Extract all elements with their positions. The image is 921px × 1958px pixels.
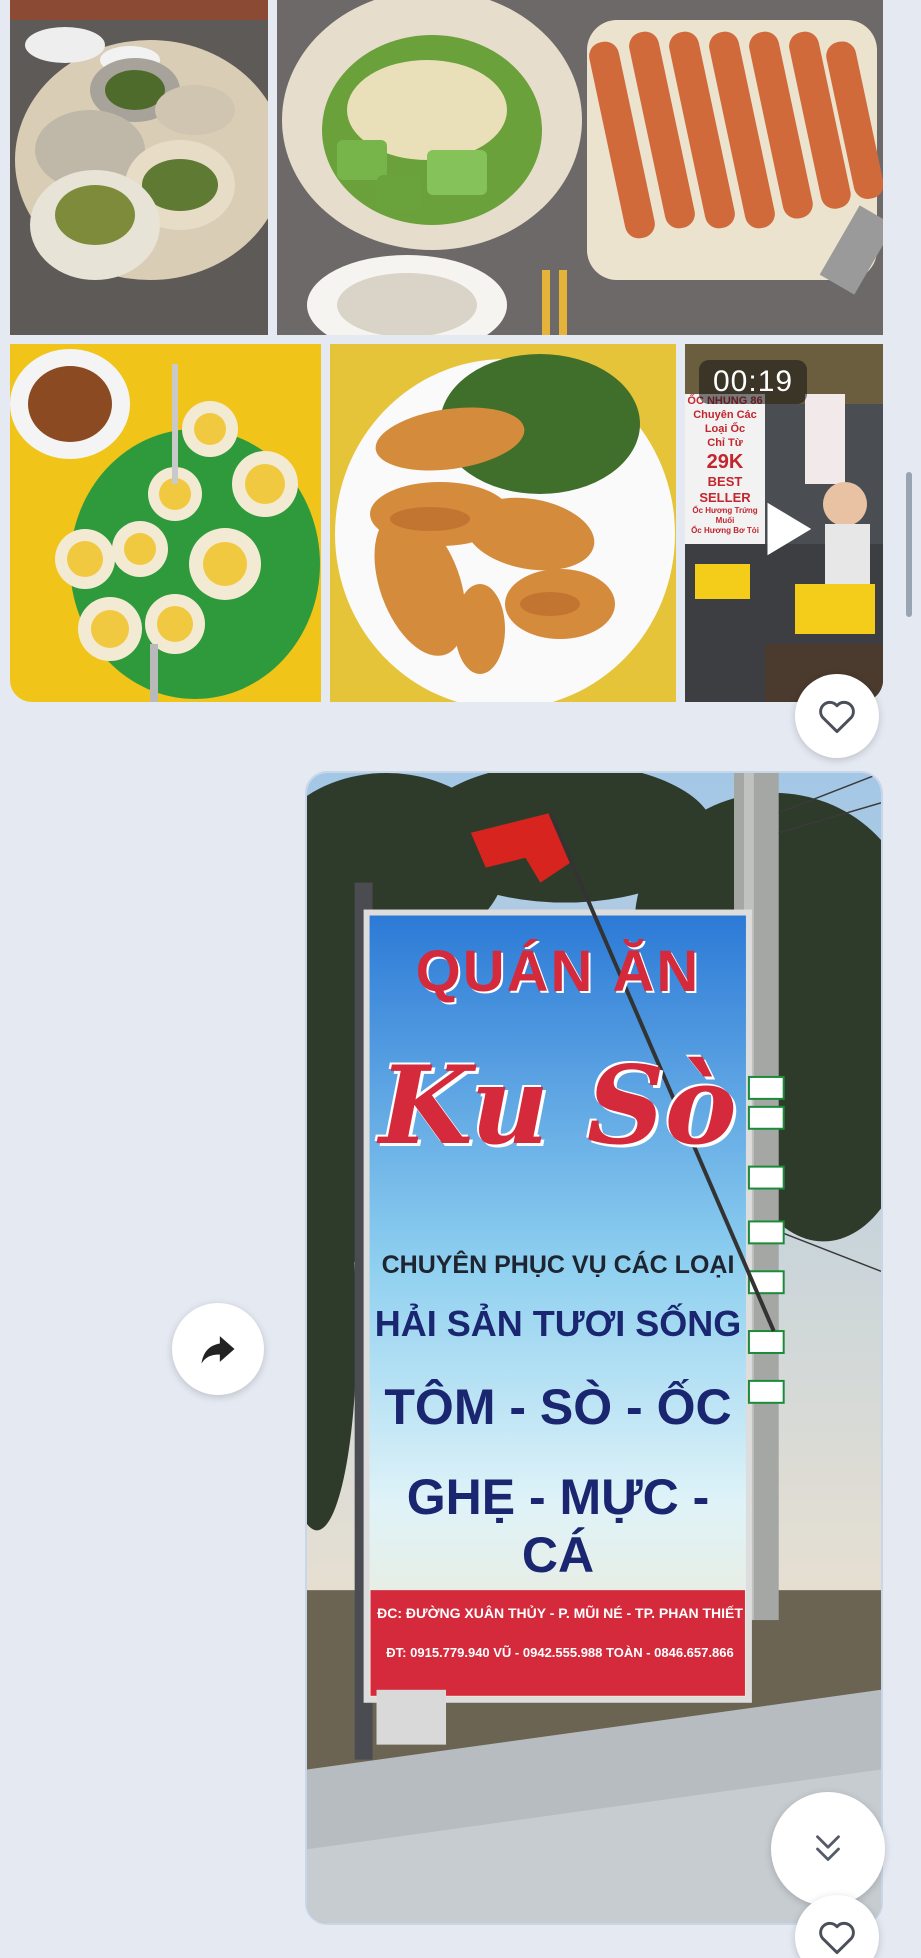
sign-address: ĐC: ĐƯỜNG XUÂN THỦY - P. MŨI NÉ - TP. PH…	[377, 1605, 743, 1621]
sign-line-items-1: TÔM - SÒ - ỐC	[384, 1379, 732, 1435]
sign-line-ku-so: Ku Sò	[379, 1043, 737, 1169]
scroll-to-bottom-button[interactable]	[771, 1792, 885, 1906]
video-duration-badge: 00:19	[699, 360, 808, 404]
sign-phones: ĐT: 0915.779.940 VŨ - 0942.555.988 TOÀN …	[386, 1645, 734, 1660]
sign-line-quan-an: QUÁN ĂN	[415, 939, 701, 1004]
video-sign-line: 29K	[706, 451, 744, 473]
video-sign-line: Chuyên Các	[693, 409, 757, 421]
scrollbar-thumb[interactable]	[906, 472, 912, 617]
video-sign-line: Chỉ Từ	[707, 437, 743, 449]
photo-grilled-oysters[interactable]	[10, 0, 268, 335]
play-icon[interactable]	[750, 494, 820, 564]
double-chevron-down-icon	[816, 1835, 840, 1861]
photo-grilled-scallops[interactable]	[10, 344, 321, 702]
heart-outline-icon	[819, 700, 855, 734]
like-button[interactable]	[795, 674, 879, 758]
photo-fried-shrimp[interactable]	[330, 344, 676, 702]
photo-album: ỐC NHUNG 86 Chuyên Các Loại Ốc Chỉ Từ 29…	[10, 0, 883, 702]
share-arrow-icon	[201, 1336, 235, 1364]
video-thumbnail[interactable]: ỐC NHUNG 86 Chuyên Các Loại Ốc Chỉ Từ 29…	[685, 344, 883, 702]
heart-outline-icon	[819, 1921, 855, 1955]
sign-line-seafood: HẢI SẢN TƯƠI SỐNG	[374, 1303, 742, 1344]
video-sign-line: Loại Ốc	[704, 423, 746, 435]
photo-restaurant-sign[interactable]: QUÁN ĂN Ku Sò CHUYÊN PHỤC VỤ CÁC LOẠI HẢ…	[305, 771, 883, 1925]
chat-screen: ỐC NHUNG 86 Chuyên Các Loại Ốc Chỉ Từ 29…	[0, 0, 921, 1958]
share-button[interactable]	[172, 1303, 264, 1395]
sign-line-subtitle: CHUYÊN PHỤC VỤ CÁC LOẠI	[381, 1251, 735, 1279]
photo-salad-shrimp-skewers[interactable]	[277, 0, 883, 335]
sign-line-items-2: GHẸ - MỰC - CÁ	[406, 1469, 710, 1583]
